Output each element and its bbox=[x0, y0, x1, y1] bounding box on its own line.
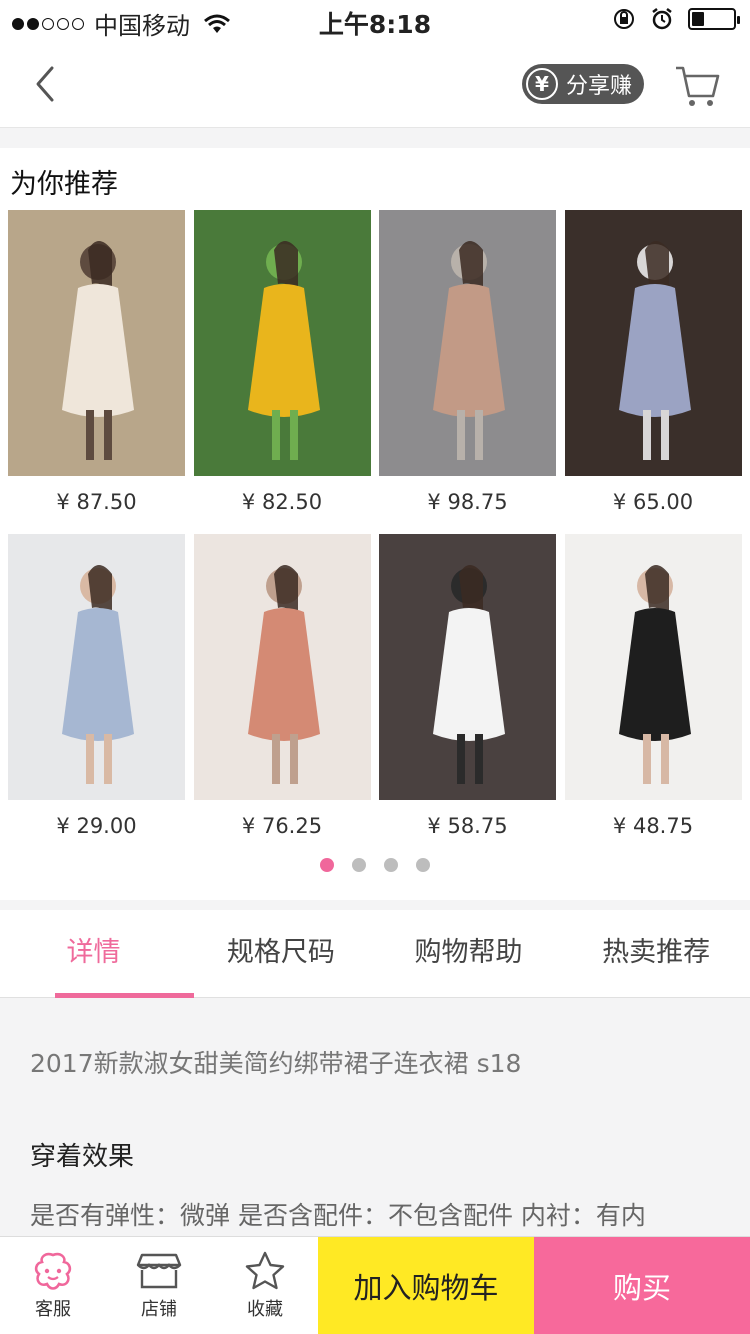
product-card[interactable]: ¥ 87.50 bbox=[8, 210, 185, 528]
detail-tabs: 详情 规格尺码 购物帮助 热卖推荐 bbox=[0, 910, 750, 998]
status-bar: 中国移动 上午8:18 bbox=[0, 0, 750, 40]
product-image bbox=[564, 534, 742, 800]
pager-dot[interactable] bbox=[320, 858, 334, 872]
pager-dot[interactable] bbox=[352, 858, 366, 872]
store-label: 店铺 bbox=[141, 1298, 177, 1320]
add-to-cart-button[interactable]: 加入购物车 bbox=[318, 1237, 534, 1334]
product-price: ¥ 98.75 bbox=[427, 490, 508, 514]
yen-icon: ¥ bbox=[526, 68, 558, 100]
product-price: ¥ 65.00 bbox=[612, 490, 694, 514]
pager-dot[interactable] bbox=[416, 858, 430, 872]
section-title: 为你推荐 bbox=[10, 169, 118, 200]
customer-service-label: 客服 bbox=[35, 1298, 71, 1320]
product-image bbox=[193, 534, 371, 800]
store-button[interactable]: 店铺 bbox=[106, 1237, 212, 1334]
share-earn-label: 分享赚 bbox=[566, 74, 633, 99]
product-price: ¥ 58.75 bbox=[427, 814, 508, 838]
product-title: 2017新款淑女甜美简约绑带裙子连衣裙 s18 bbox=[30, 1049, 522, 1078]
store-icon bbox=[136, 1253, 182, 1288]
product-card[interactable]: ¥ 29.00 bbox=[8, 534, 185, 852]
share-earn-button[interactable]: ¥ 分享赚 bbox=[522, 64, 645, 104]
product-price: ¥ 87.50 bbox=[56, 490, 137, 514]
product-card[interactable]: ¥ 76.25 bbox=[193, 534, 371, 852]
product-card[interactable]: ¥ 98.75 bbox=[379, 210, 556, 528]
product-image bbox=[8, 534, 185, 800]
alarm-icon bbox=[652, 8, 672, 30]
product-details: 2017新款淑女甜美简约绑带裙子连衣裙 s18 穿着效果 是否有弹性：微弹 是否… bbox=[0, 998, 750, 1238]
battery-icon bbox=[688, 8, 740, 30]
product-image bbox=[379, 534, 556, 800]
detail-heading: 穿着效果 bbox=[30, 1142, 135, 1172]
product-price: ¥ 76.25 bbox=[241, 814, 323, 838]
favorite-button[interactable]: 收藏 bbox=[212, 1237, 318, 1334]
product-card[interactable]: ¥ 58.75 bbox=[379, 534, 556, 852]
detail-attributes: 是否有弹性：微弹 是否含配件：不包含配件 内衬：有内 bbox=[30, 1201, 646, 1230]
pager-dot[interactable] bbox=[384, 858, 398, 872]
bottom-action-bar: 客服 店铺 收藏 加入购物车 购买 bbox=[0, 1236, 750, 1334]
nav-bar: ¥ 分享赚 bbox=[0, 40, 750, 128]
product-price: ¥ 82.50 bbox=[241, 490, 323, 514]
product-card[interactable]: ¥ 48.75 bbox=[564, 534, 742, 852]
recommend-section: 为你推荐 ¥ 87.50 ¥ 82.50 ¥ 98.75 ¥ 65.00 ¥ 29.00… bbox=[0, 148, 750, 900]
shopping-cart-icon[interactable] bbox=[674, 64, 720, 108]
product-price: ¥ 29.00 bbox=[56, 814, 137, 838]
tab-shopping-help[interactable]: 购物帮助 bbox=[375, 910, 563, 997]
favorite-label: 收藏 bbox=[247, 1298, 283, 1320]
customer-service-button[interactable]: 客服 bbox=[0, 1237, 106, 1334]
product-image bbox=[8, 210, 185, 476]
product-price: ¥ 48.75 bbox=[612, 814, 694, 838]
product-image bbox=[193, 210, 371, 476]
product-card[interactable]: ¥ 82.50 bbox=[193, 210, 371, 528]
back-icon[interactable] bbox=[26, 62, 66, 106]
customer-service-icon bbox=[34, 1252, 72, 1290]
rotation-lock-icon bbox=[614, 9, 634, 29]
carousel-pager bbox=[0, 858, 750, 872]
product-image bbox=[379, 210, 556, 476]
tab-size-spec[interactable]: 规格尺码 bbox=[187, 910, 375, 997]
tab-hot-picks[interactable]: 热卖推荐 bbox=[562, 910, 750, 997]
star-icon bbox=[245, 1251, 285, 1289]
buy-button[interactable]: 购买 bbox=[534, 1237, 750, 1334]
product-card[interactable]: ¥ 65.00 bbox=[564, 210, 742, 528]
product-image bbox=[564, 210, 742, 476]
tab-details[interactable]: 详情 bbox=[0, 910, 194, 998]
